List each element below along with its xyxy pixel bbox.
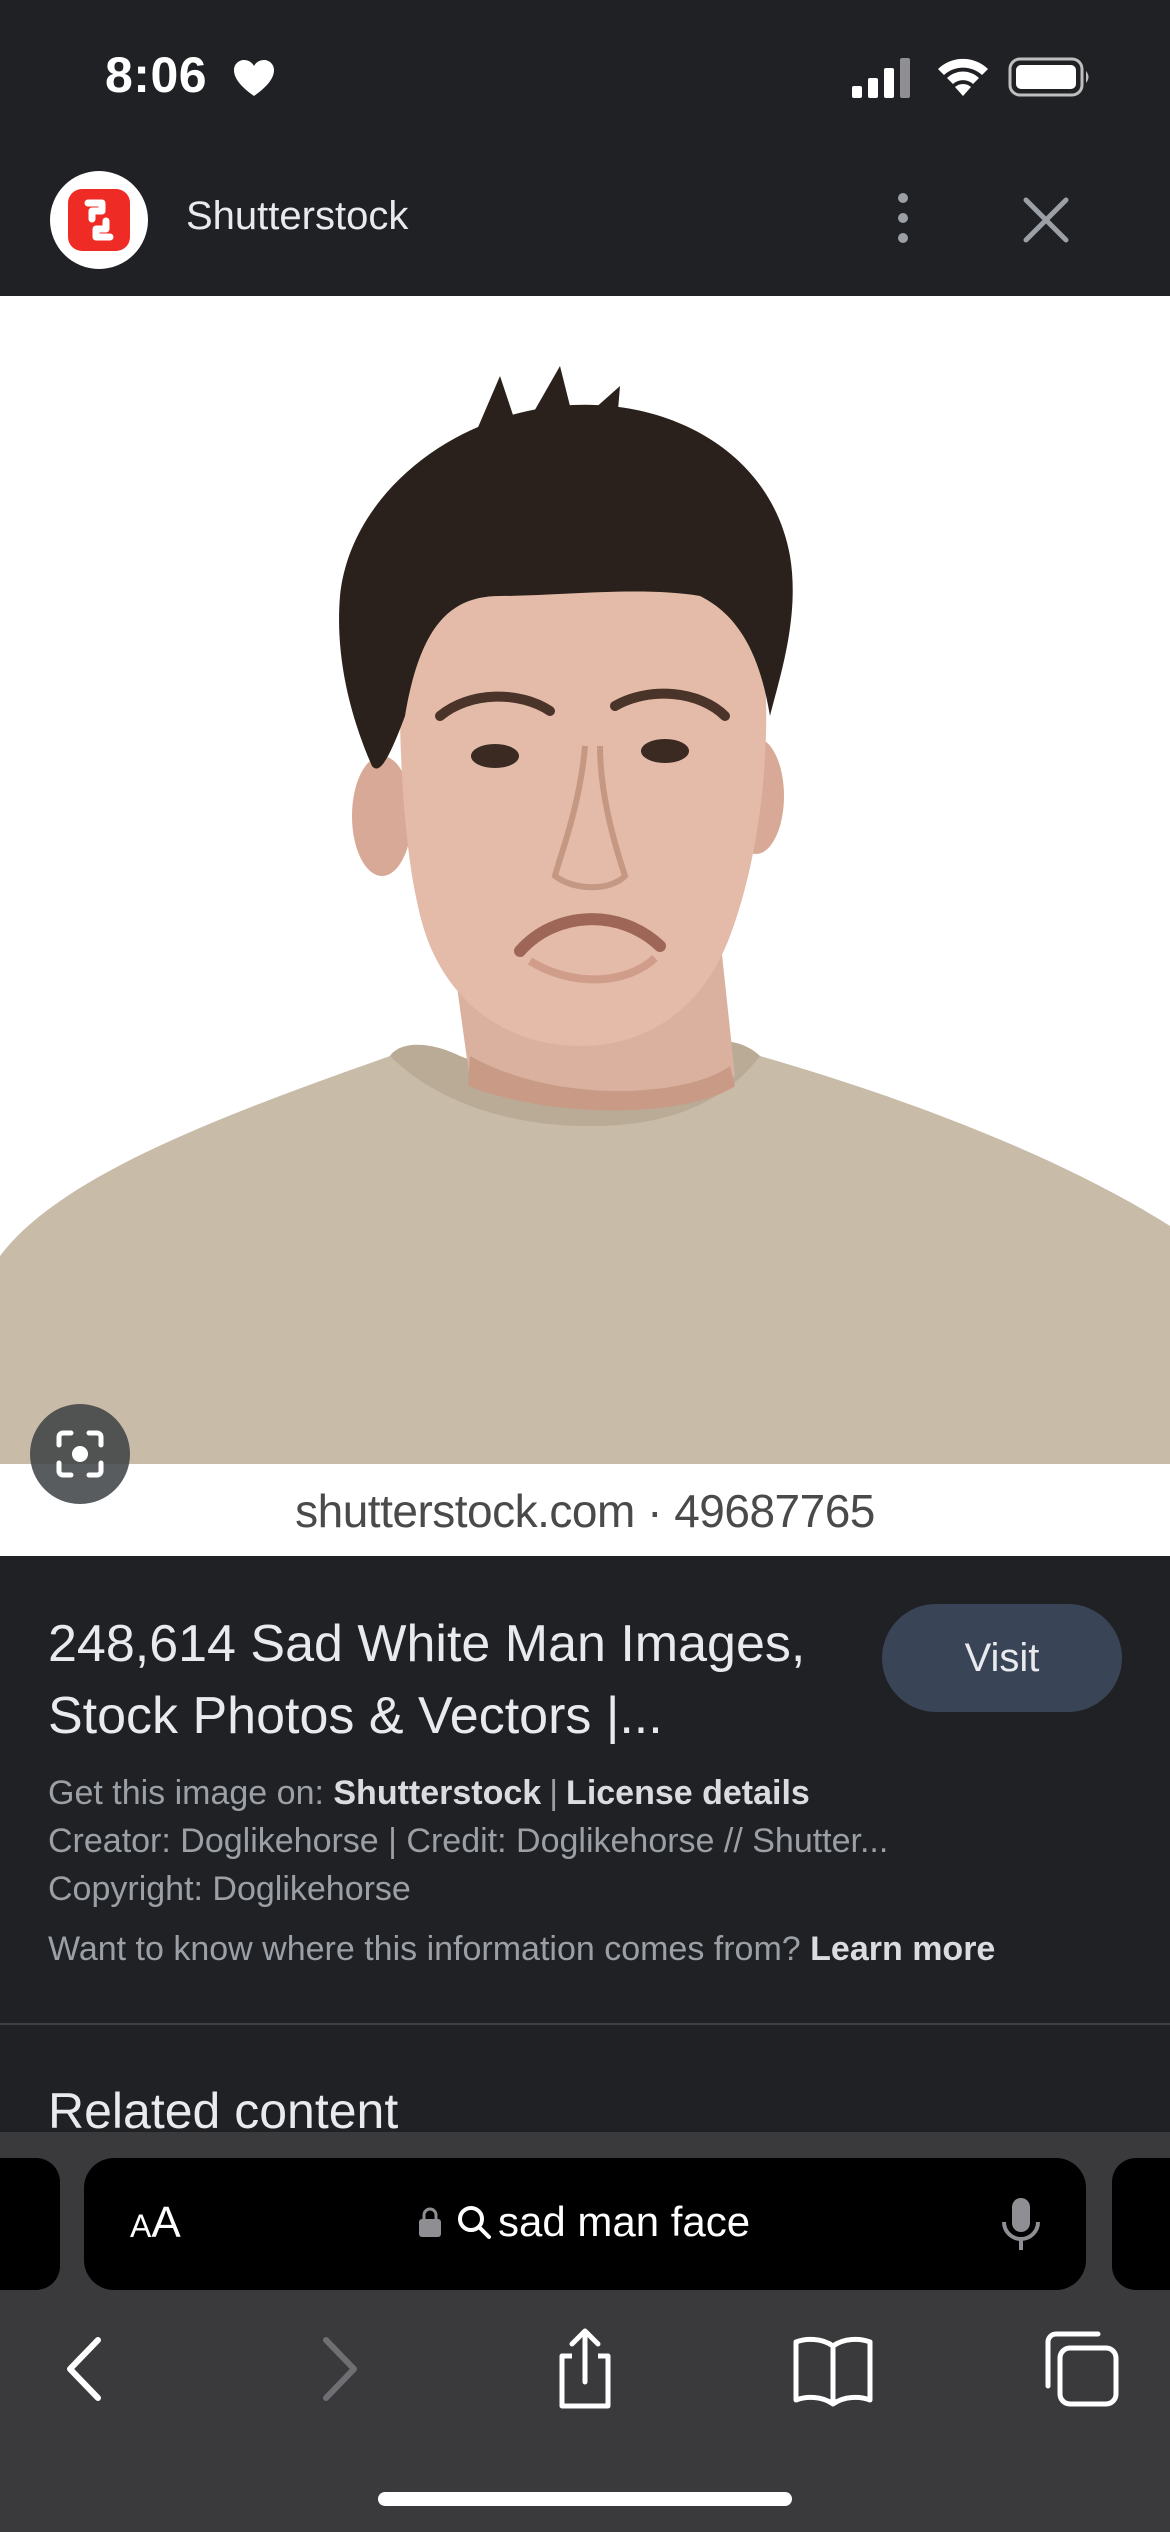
wifi-icon (938, 58, 988, 96)
shutterstock-logo-icon[interactable] (50, 171, 148, 269)
visit-button[interactable]: Visit (882, 1604, 1122, 1712)
get-image-prefix: Get this image on: (48, 1774, 324, 1812)
heart-icon (234, 60, 274, 96)
creator-line: Creator: Doglikehorse | Credit: Doglikeh… (48, 1822, 889, 1860)
address-bar[interactable]: AA sad man face (84, 2158, 1086, 2290)
page: 8:06 Shutterstock shutterstock.com · 496… (0, 0, 1170, 2532)
next-tab-preview[interactable] (1112, 2158, 1170, 2290)
home-indicator (378, 2492, 792, 2506)
battery-icon (1008, 57, 1089, 97)
previous-tab-preview[interactable] (0, 2158, 60, 2290)
lens-button[interactable] (30, 1404, 130, 1504)
share-icon[interactable] (540, 2324, 630, 2414)
site-name[interactable]: Shutterstock (186, 194, 408, 239)
separator: | (549, 1774, 559, 1812)
close-icon[interactable] (1020, 194, 1072, 246)
search-icon (458, 2206, 491, 2239)
image-source-line: Get this image on: Shutterstock | License … (48, 1774, 810, 1813)
result-info: 248,614 Sad White Man Images, Stock Phot… (0, 1556, 1170, 2139)
learn-more-link[interactable]: Learn more (810, 1930, 995, 1968)
info-question: Want to know where this information come… (48, 1930, 801, 1968)
forward-icon[interactable] (292, 2324, 382, 2414)
source-site-link[interactable]: Shutterstock (333, 1774, 541, 1812)
address-text[interactable]: sad man face (498, 2198, 750, 2246)
man-photo (0, 296, 1170, 1464)
tabs-icon[interactable] (1036, 2324, 1126, 2414)
license-details-link[interactable]: License details (566, 1774, 810, 1812)
copyright-line: Copyright: Doglikehorse (48, 1870, 411, 1908)
info-source-line: Want to know where this information come… (48, 1930, 995, 1969)
lens-icon (56, 1430, 104, 1478)
sheet-header: Shutterstock (0, 150, 1170, 296)
result-title[interactable]: 248,614 Sad White Man Images, Stock Phot… (48, 1608, 868, 1752)
more-vert-icon[interactable] (878, 188, 928, 248)
back-icon[interactable] (42, 2324, 132, 2414)
image-watermark: shutterstock.com · 49687765 (295, 1485, 875, 1537)
lock-icon (419, 2207, 441, 2237)
bookmarks-icon[interactable] (788, 2324, 878, 2414)
result-image[interactable]: shutterstock.com · 49687765 (0, 296, 1170, 1556)
reader-settings-button[interactable]: AA (130, 2198, 181, 2248)
status-time: 8:06 (105, 47, 208, 103)
status-bar: 8:06 (0, 0, 1170, 150)
browser-toolbar: AA sad man face (0, 2132, 1170, 2532)
microphone-icon[interactable] (1000, 2196, 1042, 2254)
divider (0, 2023, 1170, 2025)
signal-icon (852, 58, 910, 98)
